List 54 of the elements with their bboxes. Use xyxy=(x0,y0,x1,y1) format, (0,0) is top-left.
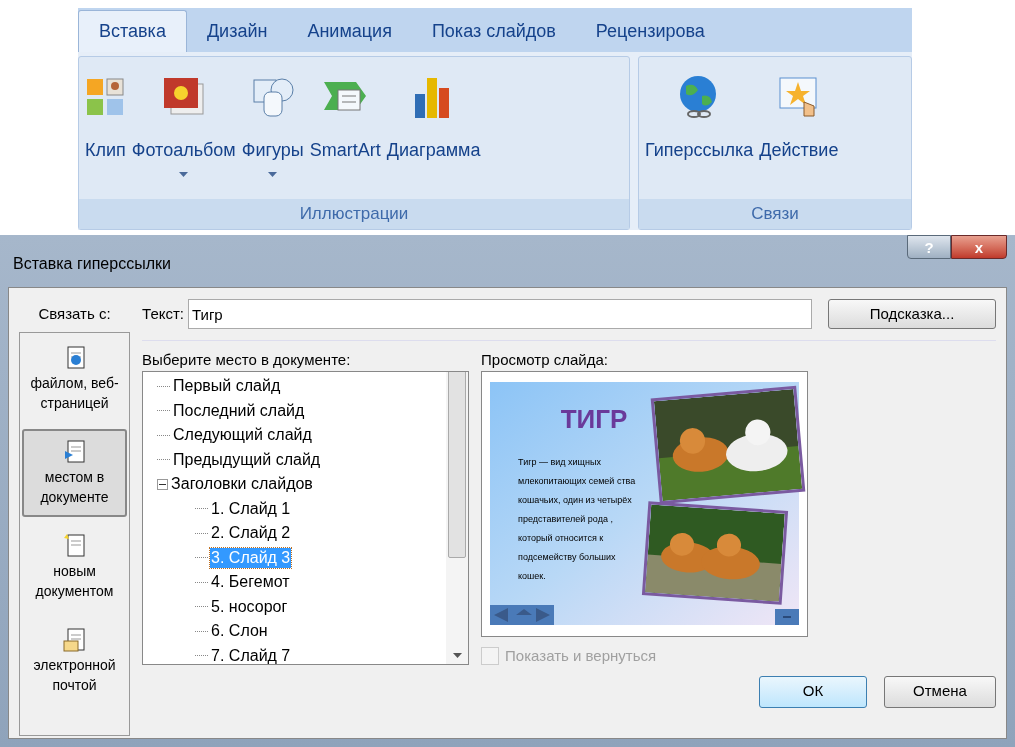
group-label: Иллюстрации xyxy=(79,199,629,229)
dropdown-arrow-icon xyxy=(179,172,189,177)
ribbon-button[interactable]: Гиперссылка xyxy=(643,57,756,199)
dropdown-arrow-icon xyxy=(268,172,278,177)
text-label: Текст: xyxy=(142,303,184,324)
scrollbar[interactable] xyxy=(446,372,469,664)
ribbon-tab[interactable]: Дизайн xyxy=(186,10,288,52)
link-target-button[interactable]: новым документом xyxy=(22,523,128,611)
tree-item[interactable]: Последний слайд xyxy=(172,400,306,421)
group-label: Связи xyxy=(639,199,911,229)
ribbon-button[interactable]: Фотоальбом xyxy=(129,57,238,199)
scroll-down-icon[interactable] xyxy=(452,653,462,658)
close-button[interactable]: x xyxy=(951,235,1007,259)
ribbon-button[interactable]: Диаграмма xyxy=(384,57,483,199)
ribbon-button[interactable]: SmartArt xyxy=(307,57,383,199)
slide-title: ТИГР xyxy=(559,403,629,436)
ribbon-button[interactable]: Действие xyxy=(757,57,841,199)
scroll-thumb[interactable] xyxy=(448,372,467,558)
preview-label: Просмотр слайда: xyxy=(481,350,609,370)
link-to-label: Связать с: xyxy=(37,303,112,324)
ribbon-button[interactable]: Клип xyxy=(83,57,128,199)
place-label: Выберите место в документе: xyxy=(142,350,352,370)
tree-item[interactable]: 1. Слайд 1 xyxy=(210,498,292,519)
tree-item[interactable]: 5. носорог xyxy=(210,596,289,617)
cancel-button[interactable]: Отмена xyxy=(884,675,996,708)
checkbox-label: Показать и вернуться xyxy=(505,646,657,666)
ribbon-tab[interactable]: Рецензирова xyxy=(575,10,725,52)
tree-item[interactable]: 4. Бегемот xyxy=(210,572,291,593)
collapse-toggle[interactable] xyxy=(157,478,169,490)
document-arrow-icon xyxy=(62,439,87,465)
new-document-icon xyxy=(62,533,87,559)
slide-body-text: Тигр — вид хищных млекопитающих семей ства кошачьих, один из четырёх представителей рода , который относится к подсемейству больших кошек. xyxy=(518,456,637,583)
link-target-button[interactable]: электронной почтой xyxy=(22,617,128,705)
tip-button[interactable]: Подсказка... xyxy=(828,299,996,329)
tree-item[interactable]: Первый слайд xyxy=(172,376,282,397)
tree-item[interactable]: Заголовки слайдов xyxy=(170,474,314,495)
tree-item[interactable]: 7. Слайд 7 xyxy=(210,645,292,664)
ribbon-tab[interactable]: Показ слайдов xyxy=(411,10,576,52)
document-envelope-icon xyxy=(62,627,87,653)
slide-navigation-icon xyxy=(490,605,555,625)
clip-art-icon xyxy=(85,77,126,117)
ribbon-tab[interactable]: Анимация xyxy=(287,10,412,52)
link-target-button[interactable]: файлом, веб-страницей xyxy=(22,335,128,423)
tree-item[interactable]: Предыдущий слайд xyxy=(172,449,322,470)
slide-menu-icon xyxy=(775,609,800,625)
ribbon-tab[interactable]: Вставка xyxy=(78,10,187,52)
tree-item[interactable]: 6. Слон xyxy=(210,621,269,642)
tree-item[interactable]: 2. Слайд 2 xyxy=(210,523,292,544)
window-title: Вставка гиперссылки xyxy=(12,254,171,274)
tree-item[interactable]: Следующий слайд xyxy=(172,425,313,446)
ok-button[interactable]: ОК xyxy=(759,675,867,708)
text-field[interactable]: Тигр xyxy=(188,299,812,329)
link-target-button[interactable]: местом в документе xyxy=(22,429,128,517)
ribbon-button[interactable]: Фигуры xyxy=(239,57,306,199)
